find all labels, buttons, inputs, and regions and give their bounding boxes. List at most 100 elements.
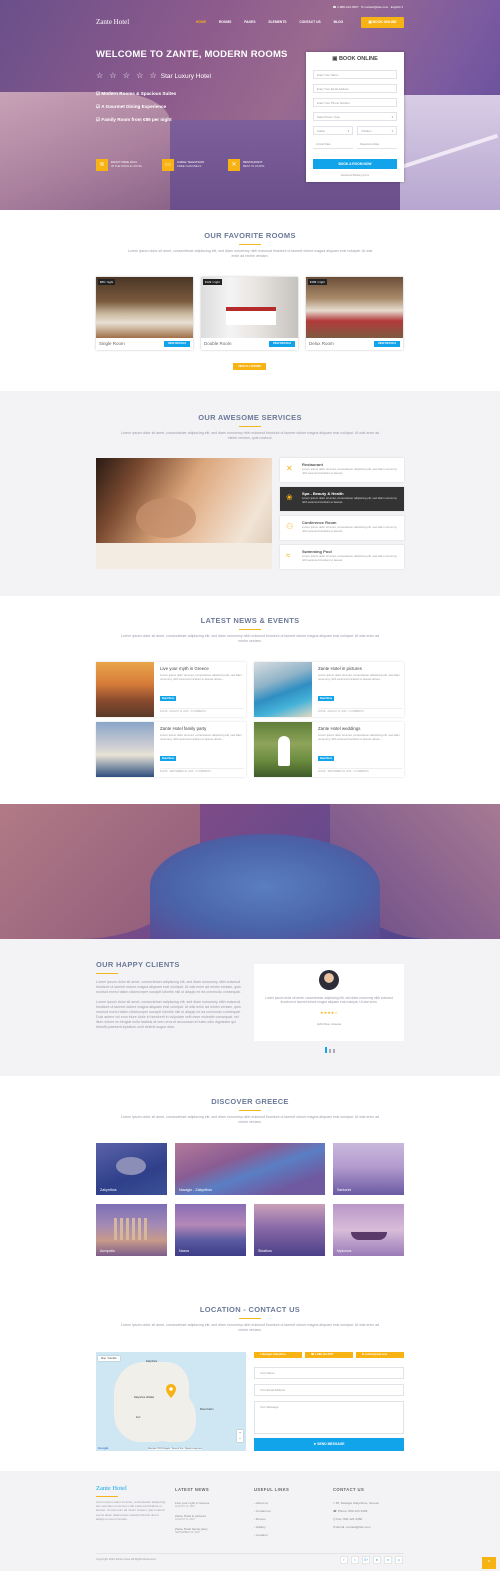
testimonial-pagination[interactable] [325, 1047, 337, 1053]
title-underline [239, 426, 261, 427]
news-author: ZANTE [318, 711, 326, 713]
rooms-lead: Lorem ipsum dolor sit amet, consectetuer… [127, 249, 373, 258]
menu-item-contact[interactable]: CONTACT US [299, 20, 320, 24]
menu-item-pages[interactable]: PAGES [244, 20, 255, 24]
book-online-button[interactable]: ▣ BOOK ONLINE [361, 17, 404, 28]
news-card[interactable]: Zante Hotel family party Lorem ipsum dol… [96, 722, 246, 777]
news-image [96, 722, 154, 777]
read-more-button[interactable]: Read More [318, 696, 334, 701]
menu-item-elements[interactable]: ELEMENTS [268, 20, 286, 24]
header-email[interactable]: contact@site.com [364, 5, 388, 9]
language-select[interactable]: English [391, 5, 401, 9]
location-map[interactable]: Map Satellite Zakynthos Zakynthos Lithak… [96, 1352, 246, 1451]
instagram-icon[interactable]: ◎ [395, 1556, 403, 1564]
pagination-bar[interactable] [325, 1047, 327, 1053]
view-details-button[interactable]: VIEW DETAILS [374, 341, 400, 347]
view-all-rooms-button[interactable]: VIEW ALL ROOMS [233, 363, 266, 370]
service-desc: Lorem ipsum dolor sit amet, consectetuer… [302, 554, 397, 562]
destination-tile[interactable]: Naxos [175, 1204, 246, 1256]
destination-tile[interactable]: Mykonos [333, 1204, 404, 1256]
pagination-bar[interactable] [333, 1049, 335, 1053]
departure-date-field[interactable]: Departure Date [357, 140, 397, 149]
service-conference[interactable]: ⚇ Conference Room Lorem ipsum dolor sit am… [280, 516, 404, 540]
view-details-button[interactable]: VIEW DETAILS [269, 341, 295, 347]
pagination-bar[interactable] [329, 1049, 331, 1053]
discover-lead: Lorem ipsum dolor sit amet, consectetuer… [120, 1115, 380, 1124]
news-title[interactable]: Zante Hotel in pictures [318, 666, 362, 671]
room-type-select[interactable]: Select Room Type ▾ [313, 112, 397, 121]
service-restaurant[interactable]: ✕ Restaurant Lorem ipsum dolor sit amet, c… [280, 458, 404, 482]
map-tab-map[interactable]: Map [101, 1357, 106, 1360]
room-card[interactable]: €89 / night Single Room VIEW DETAILS [96, 277, 193, 350]
room-card[interactable]: €129 / night Double Room VIEW DETAILS [201, 277, 298, 350]
footer-news-item[interactable]: Zante Hotel family party SEPTEMBER 15, 20… [175, 1527, 208, 1535]
back-to-top-button[interactable]: ⌃ [482, 1557, 496, 1569]
news-title[interactable]: Zante Hotel weddings [318, 726, 360, 731]
adults-value: Adults [317, 129, 325, 133]
title-underline [239, 1110, 261, 1111]
video-section [0, 804, 500, 939]
room-image [96, 277, 193, 338]
contact-message-field[interactable]: Your Message [254, 1401, 404, 1434]
read-more-button[interactable]: Read More [160, 756, 176, 761]
footer-link-rooms[interactable]: › Rooms [254, 1517, 271, 1521]
footer-news-item[interactable]: Live your myth in Greece AUGUST 11, 2015 [175, 1501, 209, 1509]
booking-name-field[interactable]: Enter Your Name [313, 70, 397, 79]
footer-news-item[interactable]: Zante Hotel in pictures AUGUST 11, 2015 [175, 1514, 206, 1522]
footer-link-contact[interactable]: › Contact us [254, 1509, 271, 1513]
google-plus-icon[interactable]: G+ [362, 1556, 370, 1564]
site-logo[interactable]: Zante Hotel [96, 18, 129, 26]
map-tab-satellite[interactable]: Satellite [108, 1357, 117, 1360]
destination-tile[interactable]: Acropolis [96, 1204, 167, 1256]
booking-email-field[interactable]: Enter Your Email Address [313, 84, 397, 93]
title-underline [96, 973, 118, 974]
read-more-button[interactable]: Read More [318, 756, 334, 761]
news-title[interactable]: Live your myth in Greece [160, 666, 209, 671]
read-more-button[interactable]: Read More [160, 696, 176, 701]
spa-image [96, 458, 272, 569]
send-message-button[interactable]: ➤ SEND MESSAGE [254, 1438, 404, 1451]
advanced-booking-link[interactable]: Advanced Booking Form [306, 174, 404, 177]
children-select[interactable]: Children ▾ [357, 126, 397, 135]
service-spa[interactable]: ❀ Spa - Beauty & Health Lorem ipsum dolor … [280, 487, 404, 511]
news-card[interactable]: Live your myth in Greece Lorem ipsum dol… [96, 662, 246, 717]
testimonial-stars: ★★★★☆ [320, 1010, 338, 1015]
menu-item-home[interactable]: HOME [196, 20, 206, 24]
news-card[interactable]: Zante Hotel weddings Lorem ipsum dolor s… [254, 722, 404, 777]
news-title[interactable]: Zante Hotel family party [160, 726, 206, 731]
menu-item-blog[interactable]: BLOG [334, 20, 344, 24]
news-comments: 0 COMMENTS [195, 771, 211, 773]
destination-label: Naxos [179, 1249, 190, 1253]
twitter-icon[interactable]: t [351, 1556, 359, 1564]
destination-tile[interactable]: Skiathos [254, 1204, 325, 1256]
email-icon[interactable]: ✉ [384, 1556, 392, 1564]
news-card[interactable]: Zante Hotel in pictures Lorem ipsum dolo… [254, 662, 404, 717]
footer-link-about[interactable]: › About us [254, 1501, 271, 1505]
menu-item-rooms[interactable]: ROOMS [219, 20, 231, 24]
contact-email-field[interactable]: Your Email Address [254, 1384, 404, 1396]
room-card[interactable]: €189 / night Delux Room VIEW DETAILS [306, 277, 403, 350]
destination-tile[interactable]: Santorini [333, 1143, 404, 1195]
rooms-title: OUR FAVORITE ROOMS [204, 231, 296, 240]
adults-select[interactable]: Adults ▾ [313, 126, 353, 135]
booking-phone-field[interactable]: Enter Your Phone Number [313, 98, 397, 107]
services-title: OUR AWESOME SERVICES [198, 413, 302, 422]
top-info: ☎ 1-888-123-4567 ✉ contact@site.com Engl… [333, 5, 403, 9]
contact-name-field[interactable]: Your Name [254, 1367, 404, 1379]
linkedin-icon[interactable]: in [373, 1556, 381, 1564]
service-pool[interactable]: ≈ Swimming Pool Lorem ipsum dolor sit amet… [280, 545, 404, 569]
destination-tile[interactable]: Zakynthos [96, 1143, 167, 1195]
map-zoom-control[interactable]: + − [237, 1430, 243, 1442]
footer-link-location[interactable]: › Location [254, 1533, 271, 1537]
arrival-date-field[interactable]: Arrival Date [313, 140, 353, 149]
destination-tile[interactable]: Navagio - Zakynthos [175, 1143, 325, 1195]
view-details-button[interactable]: VIEW DETAILS [164, 341, 190, 347]
book-room-button[interactable]: BOOK A ROOM NOW [313, 159, 397, 169]
map-label: Zakynthos Lithakia [134, 1396, 154, 1399]
email-text[interactable]: contact@site.com [365, 1353, 387, 1356]
footer-email[interactable]: ✉ Email: contact@site.com [333, 1525, 379, 1529]
footer-logo[interactable]: Zante Hotel [96, 1485, 127, 1492]
facebook-icon[interactable]: f [340, 1556, 348, 1564]
footer-link-gallery[interactable]: › Gallery [254, 1525, 271, 1529]
map-pin-icon[interactable] [166, 1384, 176, 1398]
